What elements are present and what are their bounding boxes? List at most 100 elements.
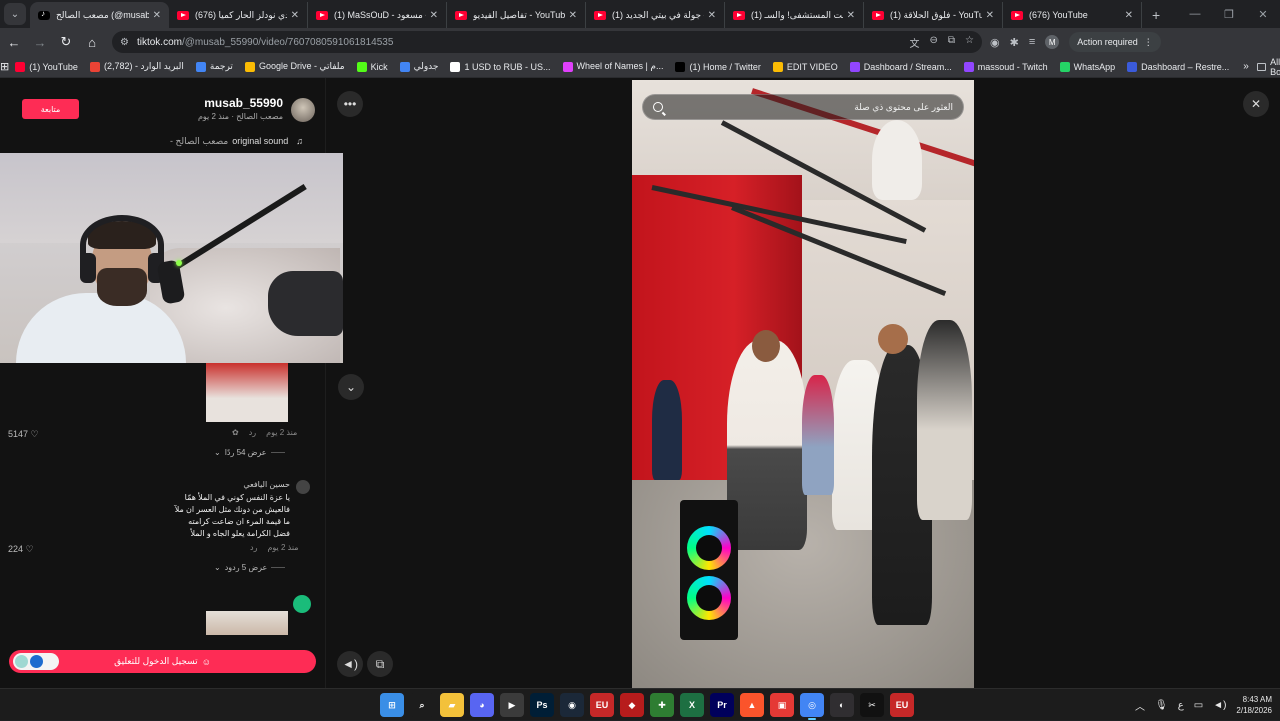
browser-tab[interactable]: (1) MaSsOuD - مسعود - Y ✕	[308, 2, 447, 28]
bookmark-item[interactable]: Dashboard / Stream...	[844, 56, 958, 78]
bookmark-item[interactable]: Google Drive - ملفاتي	[239, 56, 351, 78]
bookmark-item[interactable]: (1) Home / Twitter	[669, 56, 766, 78]
bookmarks-overflow-button[interactable]: »	[1235, 61, 1257, 72]
taskbar-red-app-icon[interactable]: ◆	[620, 693, 644, 717]
commenter-avatar[interactable]	[296, 480, 310, 494]
close-tab-icon[interactable]: ✕	[430, 10, 438, 21]
close-tab-icon[interactable]: ✕	[986, 10, 994, 21]
reload-button[interactable]: ↻	[54, 30, 78, 54]
taskbar-app-eu-2-icon[interactable]: EU	[890, 693, 914, 717]
tab-search-button[interactable]: ⌄	[4, 3, 26, 25]
comment-likes[interactable]: 5147 ♡	[8, 429, 39, 440]
comment-image[interactable]	[206, 611, 288, 635]
volume-button[interactable]: ◄)	[337, 651, 363, 677]
taskbar-game-icon[interactable]: ✚	[650, 693, 674, 717]
close-window-icon[interactable]: ✕	[1246, 8, 1280, 21]
browser-tab[interactable]: تفاصيل الفيديو - YouTube Studio ✕	[447, 2, 586, 28]
browser-tab[interactable]: (1) جولة في بيتي الجديد - Y ✕	[586, 2, 725, 28]
taskbar-photoshop-icon[interactable]: Ps	[530, 693, 554, 717]
bookmark-item[interactable]: WhatsApp	[1054, 56, 1122, 78]
media-controls-icon[interactable]: ≡	[1029, 36, 1035, 48]
taskbar-steam-icon[interactable]: ◉	[560, 693, 584, 717]
taskbar-chrome-icon[interactable]: ◎	[800, 693, 824, 720]
chevron-up-icon[interactable]: ︿	[1135, 698, 1145, 713]
more-options-button[interactable]: •••	[337, 91, 363, 117]
bookmark-item[interactable]: Dashboard – Restre...	[1121, 56, 1235, 78]
close-tab-icon[interactable]: ✕	[291, 10, 299, 21]
reply-link[interactable]: رد	[249, 428, 256, 437]
bookmark-item[interactable]: Kick	[351, 56, 394, 78]
browser-tab[interactable]: (1) رحت المستشفى! والسـ ✕	[725, 2, 864, 28]
login-to-comment-button[interactable]: تسجيل الدخول للتعليق ☺	[9, 650, 316, 673]
taskbar-excel-like-icon[interactable]: X	[680, 693, 704, 717]
translate-icon[interactable]: 文	[910, 35, 920, 50]
all-bookmarks-button[interactable]: All Bookmarks	[1256, 57, 1280, 77]
video-player[interactable]: العثور على محتوى ذي صلة	[632, 80, 974, 688]
microphone-icon[interactable]: 🎙	[1155, 700, 1168, 711]
comment-image[interactable]	[206, 363, 288, 422]
bookmark-star-icon[interactable]: ☆	[965, 35, 974, 50]
close-tab-icon[interactable]: ✕	[153, 10, 161, 21]
view-replies-button[interactable]: ⌄ عرض 5 ردود	[214, 563, 286, 572]
install-app-icon[interactable]: ⧉	[948, 35, 955, 50]
reaction-icon[interactable]: ✿	[232, 428, 239, 437]
sound-link[interactable]: - مصعب الصالح original sound ♫	[170, 136, 303, 147]
taskbar-search-icon[interactable]: ⌕	[410, 693, 434, 717]
apps-grid-icon[interactable]: ⊞	[0, 60, 9, 73]
site-info-icon[interactable]: ⚙	[120, 37, 129, 48]
home-button[interactable]: ⌂	[80, 30, 104, 54]
minimize-icon[interactable]: —	[1178, 8, 1212, 20]
volume-icon[interactable]: ◄)	[1213, 700, 1226, 711]
browser-tab[interactable]: (1) فلوق الحلاقة - YouTube ✕	[864, 2, 1003, 28]
commenter-avatar[interactable]	[293, 595, 311, 613]
extension-icon[interactable]: ◉	[990, 36, 1000, 49]
browser-tab[interactable]: (676) تحدي نودلز الحار كميا ✕	[169, 2, 308, 28]
bookmark-item[interactable]: massoud - Twitch	[958, 56, 1054, 78]
pip-button[interactable]: ⧉	[367, 651, 393, 677]
browser-tab[interactable]: (676) YouTube ✕	[1003, 2, 1142, 28]
bookmark-item[interactable]: البريد الوارد - (2,782)	[84, 56, 190, 78]
profile-avatar[interactable]: M	[1045, 35, 1060, 49]
action-required-button[interactable]: Action required ⋮	[1069, 32, 1161, 52]
reply-link[interactable]: رد	[250, 543, 257, 552]
commenter-name[interactable]: حسين اليافعي	[243, 480, 290, 489]
close-tab-icon[interactable]: ✕	[847, 10, 855, 21]
taskbar-file-explorer-icon[interactable]: ▰	[440, 693, 464, 717]
clock[interactable]: 8:43 AM 2/18/2026	[1236, 694, 1272, 716]
view-replies-button[interactable]: ⌄ عرض 54 ردًا	[214, 448, 285, 457]
close-video-button[interactable]: ✕	[1243, 91, 1269, 117]
bookmark-item[interactable]: EDIT VIDEO	[767, 56, 844, 78]
zoom-icon[interactable]: ⊖	[930, 35, 938, 50]
collapse-button[interactable]: ⌄	[338, 374, 364, 400]
related-search-field[interactable]: العثور على محتوى ذي صلة	[642, 94, 964, 120]
follow-button[interactable]: متابعة	[22, 99, 79, 119]
taskbar-discord-icon[interactable]: ◕	[470, 693, 494, 717]
forward-button[interactable]: →	[28, 30, 52, 54]
network-icon[interactable]: ▭	[1194, 700, 1203, 711]
comment-likes[interactable]: 224 ♡	[8, 544, 34, 555]
taskbar-start-icon[interactable]: ⊞	[380, 693, 404, 717]
taskbar-app-eu-icon[interactable]: EU	[590, 693, 614, 717]
bookmark-item[interactable]: ترجمة	[190, 56, 239, 78]
close-tab-icon[interactable]: ✕	[708, 10, 716, 21]
close-tab-icon[interactable]: ✕	[569, 10, 577, 21]
close-tab-icon[interactable]: ✕	[1125, 10, 1133, 21]
language-indicator[interactable]: ع	[1178, 700, 1184, 711]
taskbar-brave-icon[interactable]: ▲	[740, 693, 764, 717]
browser-tab[interactable]: مصعب الصالح (@musab_55990 ✕	[30, 2, 169, 28]
restore-icon[interactable]: ❐	[1212, 8, 1246, 21]
bookmark-item[interactable]: (1) YouTube	[9, 56, 84, 78]
bookmark-item[interactable]: جدولي	[394, 56, 445, 78]
taskbar-capcut-icon[interactable]: ✂	[860, 693, 884, 717]
back-button[interactable]: ←	[2, 30, 26, 54]
new-tab-button[interactable]: +	[1142, 7, 1170, 28]
extensions-puzzle-icon[interactable]: ✱	[1010, 36, 1019, 49]
author-avatar[interactable]	[291, 98, 315, 122]
taskbar-media-icon[interactable]: ▶	[500, 693, 524, 717]
taskbar-premiere-icon[interactable]: Pr	[710, 693, 734, 717]
bookmark-item[interactable]: 1 USD to RUB - US...	[444, 56, 556, 78]
taskbar-red-square-icon[interactable]: ▣	[770, 693, 794, 717]
bookmark-item[interactable]: Wheel of Names | م...	[557, 56, 670, 78]
address-bar[interactable]: ⚙ tiktok.com/@musab_55990/video/76070805…	[112, 31, 982, 53]
taskbar-obs-icon[interactable]: ◐	[830, 693, 854, 717]
